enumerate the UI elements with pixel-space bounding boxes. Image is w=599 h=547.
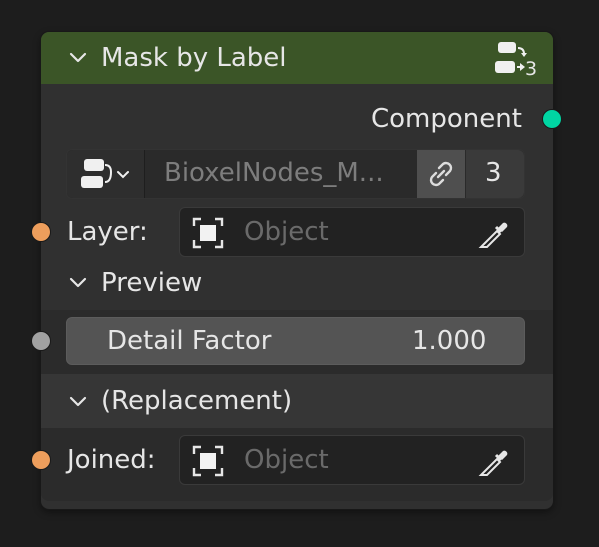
node-group-count: 3 — [525, 58, 538, 80]
eyedropper-icon[interactable] — [478, 446, 510, 478]
chevron-down-icon[interactable] — [67, 391, 89, 413]
mask-by-label-node[interactable]: Mask by Label 3 Component BioxelNodes_M.… — [31, 32, 562, 509]
layer-label: Layer: — [67, 217, 148, 247]
node-group-name-field[interactable]: BioxelNodes_M... — [146, 150, 416, 198]
node-editor-canvas: Mask by Label 3 Component BioxelNodes_M.… — [0, 0, 599, 547]
joined-input-socket[interactable] — [31, 450, 51, 470]
node-header[interactable]: Mask by Label 3 — [41, 32, 553, 84]
detail-factor-value: 1.000 — [412, 326, 487, 356]
component-output-label: Component — [371, 104, 522, 134]
detail-factor-slider[interactable]: Detail Factor 1.000 — [66, 317, 525, 365]
replacement-panel-title: (Replacement) — [101, 386, 293, 416]
user-count-value: 3 — [485, 158, 502, 188]
layer-object-field[interactable]: Object — [179, 207, 525, 257]
detail-factor-input-socket[interactable] — [31, 331, 51, 351]
node-group-browse-button[interactable] — [67, 150, 145, 198]
layer-input-socket[interactable] — [31, 222, 51, 242]
eyedropper-icon[interactable] — [478, 218, 510, 250]
object-icon — [192, 217, 224, 249]
joined-placeholder: Object — [244, 445, 329, 475]
node-group-name: BioxelNodes_M... — [164, 158, 384, 188]
node-title: Mask by Label — [101, 43, 287, 73]
chevron-down-icon[interactable] — [67, 272, 89, 294]
fake-user-toggle[interactable] — [417, 150, 465, 198]
node-group-icon — [81, 159, 129, 188]
node-group-selector[interactable]: BioxelNodes_M... 3 — [66, 149, 525, 199]
preview-panel-title[interactable]: Preview — [101, 268, 202, 298]
detail-factor-label: Detail Factor — [107, 326, 272, 356]
link-icon — [429, 161, 453, 187]
layer-placeholder: Object — [244, 217, 329, 247]
joined-label: Joined: — [67, 445, 156, 475]
node-group-user-count[interactable]: 3 — [466, 150, 524, 198]
component-output-socket[interactable] — [542, 109, 562, 129]
joined-object-field[interactable]: Object — [179, 435, 525, 485]
chevron-down-icon[interactable] — [67, 47, 89, 69]
object-icon — [192, 445, 224, 477]
